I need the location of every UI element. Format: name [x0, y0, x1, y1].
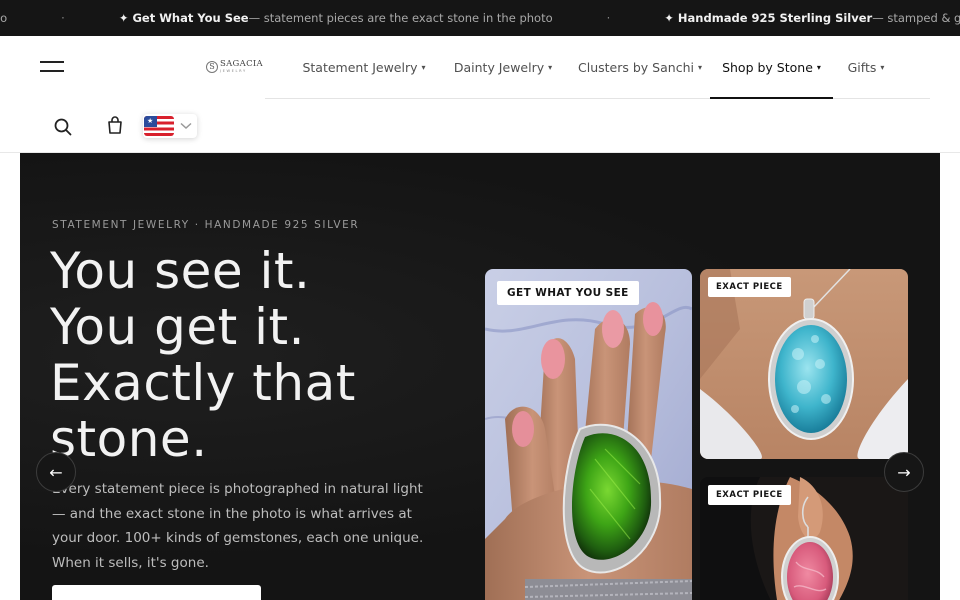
announcement-highlight: ✦ Get What You See — [118, 11, 249, 25]
nav-clusters-by-sanchi[interactable]: Clusters by Sanchi ▾ — [573, 36, 707, 98]
announcement-bar: photo · ✦ Get What You See — statement p… — [0, 0, 960, 36]
announcement-text: — statement pieces are the exact stone i… — [248, 11, 553, 25]
nav-gifts[interactable]: Gifts ▾ — [841, 36, 891, 98]
product-card-ammolite-ring[interactable]: GET WHAT YOU SEE — [485, 269, 692, 600]
announcement-highlight: ✦ Handmade 925 Sterling Silver — [664, 11, 873, 25]
us-flag-icon: ★ — [144, 116, 174, 136]
hero-body: Every statement piece is photographed in… — [52, 481, 424, 571]
menu-icon[interactable] — [40, 59, 64, 75]
card-badge: GET WHAT YOU SEE — [497, 281, 639, 305]
card-badge: EXACT PIECE — [708, 277, 791, 297]
carousel-next-arrow-icon[interactable]: → — [884, 452, 924, 492]
chevron-down-icon: ▾ — [421, 62, 426, 72]
nav-dainty-jewelry[interactable]: Dainty Jewelry ▾ — [448, 36, 558, 98]
cart-icon[interactable] — [106, 115, 124, 135]
logo-seal: S — [206, 61, 218, 73]
announcement-fragment: photo — [0, 11, 8, 25]
hero-eyebrow: STATEMENT JEWELRY · HANDMADE 925 SILVER — [52, 219, 360, 231]
logo-tagline: JEWELRY — [220, 68, 247, 73]
chevron-down-icon — [180, 122, 192, 130]
carousel-prev-arrow-icon[interactable]: ← — [36, 452, 76, 492]
headline-line: You see it. — [50, 242, 311, 300]
headline-line: Exactly that — [50, 354, 356, 412]
announcement-separator: · — [606, 11, 611, 25]
headline-line: stone. — [50, 410, 208, 468]
nav-label: Statement Jewelry — [302, 59, 418, 75]
country-selector[interactable]: ★ — [143, 114, 197, 138]
ammolite-ring-image — [485, 269, 692, 600]
nav-statement-jewelry[interactable]: Statement Jewelry ▾ — [299, 36, 429, 98]
card-badge: EXACT PIECE — [708, 485, 791, 505]
chevron-down-icon: ▾ — [548, 62, 553, 72]
search-icon[interactable] — [53, 117, 73, 137]
logo-name: SAGACIA — [220, 59, 263, 70]
site-logo[interactable]: S SAGACIA JEWELRY — [206, 57, 263, 77]
larimar-pendant-image — [700, 269, 908, 459]
main-nav: Statement Jewelry ▾ Dainty Jewelry ▾ Clust… — [265, 36, 930, 99]
nav-label: Dainty Jewelry — [453, 59, 545, 75]
product-card-rhodochrosite-earring[interactable]: EXACT PIECE — [700, 477, 908, 600]
announcement-text: — stamped & g — [872, 11, 960, 25]
headline-line: You get it. — [50, 298, 305, 356]
product-card-larimar-pendant[interactable]: EXACT PIECE — [700, 269, 908, 459]
nav-label: Shop by Stone — [722, 59, 813, 75]
chevron-down-icon: ▾ — [816, 62, 821, 72]
announcement-separator: · — [61, 11, 65, 25]
nav-label: Gifts — [847, 59, 877, 75]
hero-banner: STATEMENT JEWELRY · HANDMADE 925 SILVER … — [20, 153, 940, 600]
chevron-down-icon: ▾ — [880, 62, 885, 72]
hero-cta-button[interactable] — [52, 585, 261, 600]
nav-label: Clusters by Sanchi — [578, 59, 694, 75]
chevron-down-icon: ▾ — [697, 62, 702, 72]
hero-headline: You see it. You get it. Exactly that sto… — [50, 243, 470, 467]
announcement-track: photo · ✦ Get What You See — statement p… — [0, 0, 960, 36]
site-header: S SAGACIA JEWELRY Statement Jewelry ▾ Dai… — [0, 36, 960, 153]
nav-shop-by-stone[interactable]: Shop by Stone ▾ — [710, 36, 833, 99]
